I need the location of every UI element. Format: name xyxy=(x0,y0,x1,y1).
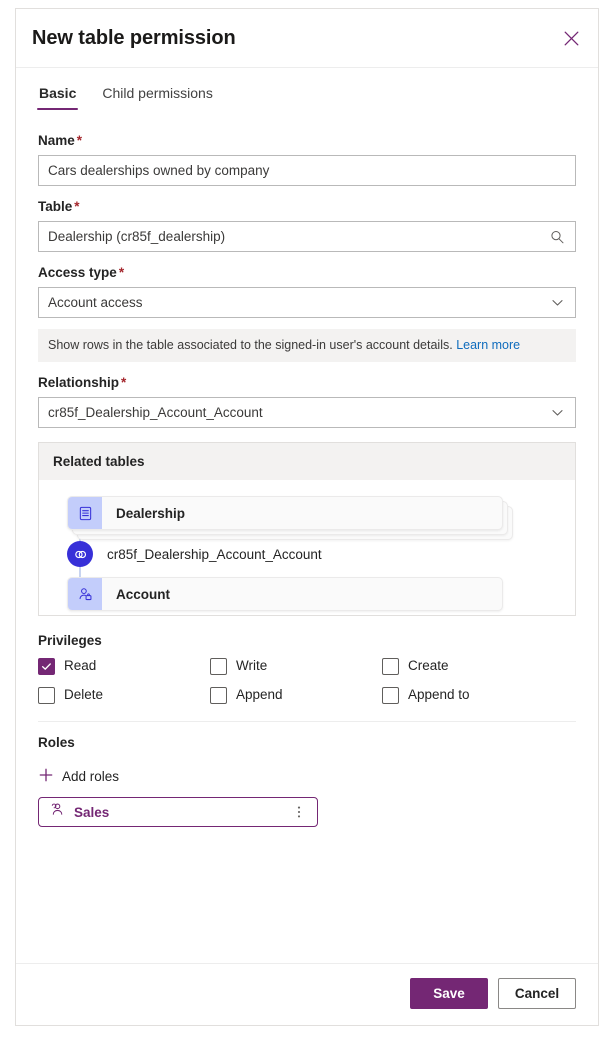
privilege-append[interactable]: Append xyxy=(210,686,382,704)
privilege-read-label: Read xyxy=(64,658,97,673)
privilege-create-label: Create xyxy=(408,658,449,673)
required-marker: * xyxy=(74,199,80,214)
tab-basic[interactable]: Basic xyxy=(37,83,79,110)
required-marker: * xyxy=(76,133,83,148)
checkbox-create[interactable] xyxy=(382,657,399,675)
checkbox-write[interactable] xyxy=(210,657,227,675)
tab-child-permissions[interactable]: Child permissions xyxy=(100,83,214,110)
learn-more-link[interactable]: Learn more xyxy=(456,338,520,352)
relationship-value: cr85f_Dealership_Account_Account xyxy=(48,404,263,420)
relationship-node-name: cr85f_Dealership_Account_Account xyxy=(107,546,322,562)
checkbox-append-to[interactable] xyxy=(382,686,399,704)
target-table-name: Account xyxy=(116,586,170,602)
privilege-write[interactable]: Write xyxy=(210,657,382,675)
required-marker: * xyxy=(118,265,125,280)
table-label: Table * xyxy=(38,199,80,214)
role-chip-label: Sales xyxy=(74,804,110,820)
new-table-permission-panel: New table permission Basic Child permiss… xyxy=(15,8,599,1026)
target-table-card[interactable]: Account xyxy=(67,577,503,611)
access-type-field-group: Access type * Account access Show rows in… xyxy=(38,264,576,362)
checkbox-delete[interactable] xyxy=(38,686,55,704)
account-user-icon xyxy=(68,578,102,610)
name-input-value: Cars dealerships owned by company xyxy=(48,162,270,178)
access-type-label: Access type * xyxy=(38,265,125,280)
chevron-down-icon[interactable] xyxy=(548,294,566,312)
privilege-delete[interactable]: Delete xyxy=(38,686,210,704)
chevron-down-icon[interactable] xyxy=(548,404,566,422)
plus-icon xyxy=(39,768,53,785)
more-vertical-icon[interactable] xyxy=(289,802,309,822)
link-icon xyxy=(67,541,93,567)
name-input[interactable]: Cars dealerships owned by company xyxy=(38,155,576,186)
source-table-card-stack: Dealership xyxy=(67,496,513,540)
access-type-value: Account access xyxy=(48,294,143,310)
add-roles-label: Add roles xyxy=(62,769,120,784)
panel-header: New table permission xyxy=(16,9,598,68)
name-field-group: Name * Cars dealerships owned by company xyxy=(38,132,576,186)
privileges-grid: Read Write Create Delete Append Append t… xyxy=(38,657,576,704)
privilege-read[interactable]: Read xyxy=(38,657,210,675)
relationship-node[interactable]: cr85f_Dealership_Account_Account xyxy=(53,541,561,567)
roles-heading: Roles xyxy=(38,735,75,750)
source-table-card[interactable]: Dealership xyxy=(67,496,503,530)
role-chip-sales[interactable]: Sales xyxy=(38,797,318,827)
close-button[interactable] xyxy=(556,23,586,53)
source-table-name: Dealership xyxy=(116,505,186,521)
panel-footer: Save Cancel xyxy=(16,963,598,1025)
tab-list: Basic Child permissions xyxy=(16,68,598,110)
access-type-select[interactable]: Account access xyxy=(38,287,576,318)
add-roles-button[interactable]: Add roles xyxy=(39,768,119,785)
table-input-value: Dealership (cr85f_dealership) xyxy=(48,228,226,244)
related-tables-heading: Related tables xyxy=(39,443,575,480)
table-field-group: Table * Dealership (cr85f_dealership) xyxy=(38,198,576,252)
privilege-create[interactable]: Create xyxy=(382,657,576,675)
cancel-button[interactable]: Cancel xyxy=(498,978,576,1009)
required-marker: * xyxy=(121,375,127,390)
search-icon[interactable] xyxy=(548,228,566,246)
privilege-append-to[interactable]: Append to xyxy=(382,686,576,704)
relationship-label: Relationship * xyxy=(38,375,127,390)
checkbox-append[interactable] xyxy=(210,686,227,704)
save-button[interactable]: Save xyxy=(410,978,488,1009)
divider xyxy=(38,721,576,722)
table-icon xyxy=(68,497,102,529)
related-tables-panel: Related tables Dealership cr85f_Dealersh… xyxy=(38,442,576,616)
privilege-write-label: Write xyxy=(236,658,268,673)
relationship-select[interactable]: cr85f_Dealership_Account_Account xyxy=(38,397,576,428)
checkbox-read[interactable] xyxy=(38,657,55,675)
access-type-help: Show rows in the table associated to the… xyxy=(38,329,576,362)
relationship-diagram: Dealership cr85f_Dealership_Account_Acco… xyxy=(39,480,575,615)
privileges-heading: Privileges xyxy=(38,633,102,648)
table-input[interactable]: Dealership (cr85f_dealership) xyxy=(38,221,576,252)
role-person-icon xyxy=(49,802,64,822)
close-icon xyxy=(564,31,579,46)
name-label: Name * xyxy=(38,133,83,148)
privilege-append-label: Append xyxy=(236,687,283,702)
relationship-field-group: Relationship * cr85f_Dealership_Account_A… xyxy=(38,374,576,428)
privilege-delete-label: Delete xyxy=(64,687,104,702)
panel-body: Name * Cars dealerships owned by company … xyxy=(16,110,598,963)
page-title: New table permission xyxy=(32,27,236,49)
access-type-help-text: Show rows in the table associated to the… xyxy=(48,338,453,352)
privilege-append-to-label: Append to xyxy=(408,687,470,702)
